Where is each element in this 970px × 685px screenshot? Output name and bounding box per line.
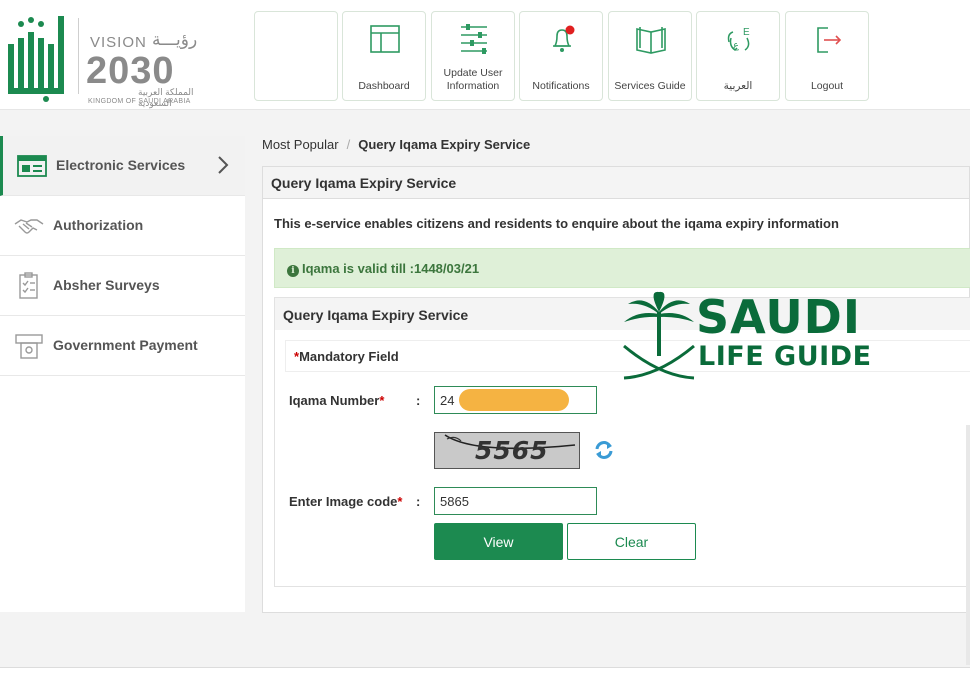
nav-services-guide-button[interactable]: Services Guide bbox=[608, 11, 692, 101]
nav-label: Update User Information bbox=[443, 67, 503, 92]
absher-logo[interactable] bbox=[6, 14, 68, 102]
kingdom-english-text: KINGDOM OF SAUDI ARABIA bbox=[88, 98, 191, 105]
footer bbox=[0, 668, 970, 685]
mandatory-label: Mandatory Field bbox=[299, 349, 399, 364]
nav-dashboard-button[interactable]: Dashboard bbox=[342, 11, 426, 101]
saudi-life-guide-watermark: SAUDI LIFE GUIDE bbox=[620, 290, 880, 382]
sidebar-item-government-payment[interactable]: Government Payment bbox=[0, 316, 245, 376]
svg-text:E: E bbox=[743, 27, 750, 38]
nav-blank-button[interactable] bbox=[254, 11, 338, 101]
iqama-value: 24 bbox=[440, 393, 455, 408]
nav-label: Services Guide bbox=[614, 80, 686, 92]
colon: : bbox=[416, 393, 421, 408]
watermark-line2: LIFE GUIDE bbox=[698, 341, 872, 372]
vision-2030-logo: VISION رؤيـــة 2030 المملكة العربية السع… bbox=[86, 20, 206, 108]
nav-logout-button[interactable]: Logout bbox=[785, 11, 869, 101]
svg-text:ع: ع bbox=[733, 40, 739, 51]
chevron-right-icon bbox=[218, 156, 229, 174]
iqama-label-text: Iqama Number bbox=[289, 393, 380, 408]
bell-icon bbox=[553, 25, 575, 52]
handshake-icon bbox=[14, 219, 44, 234]
nav-notifications-button[interactable]: Notifications bbox=[519, 11, 603, 101]
scroll-edge bbox=[966, 425, 970, 665]
sidebar-item-authorization[interactable]: Authorization bbox=[0, 196, 245, 256]
service-description: This e-service enables citizens and resi… bbox=[274, 216, 839, 231]
view-button[interactable]: View bbox=[434, 523, 563, 560]
clipboard-icon bbox=[19, 272, 38, 299]
alert-text: Iqama is valid till :1448/03/21 bbox=[302, 261, 480, 276]
clear-button[interactable]: Clear bbox=[567, 523, 696, 560]
breadcrumb-current: Query Iqama Expiry Service bbox=[358, 137, 531, 152]
breadcrumb-separator: / bbox=[346, 137, 351, 152]
vision-arabic-text: رؤيـــة bbox=[152, 30, 198, 49]
brand-divider bbox=[78, 18, 79, 94]
nav-arabic-language-button[interactable]: E ع العربية bbox=[696, 11, 780, 101]
dashboard-icon bbox=[370, 25, 400, 53]
image-code-input[interactable]: 5865 bbox=[434, 487, 597, 515]
language-icon: E ع bbox=[727, 27, 750, 51]
image-code-label: Enter Image code* bbox=[289, 494, 402, 509]
sliders-icon bbox=[461, 24, 487, 54]
book-icon bbox=[636, 27, 666, 54]
captcha-image: 5565 bbox=[434, 432, 580, 469]
info-icon: i bbox=[287, 265, 299, 277]
image-code-label-text: Enter Image code bbox=[289, 494, 398, 509]
nav-label: Dashboard bbox=[358, 80, 410, 92]
iqama-number-input[interactable]: 24 bbox=[434, 386, 597, 414]
sidebar-item-label: Absher Surveys bbox=[53, 277, 160, 293]
sidebar-item-absher-surveys[interactable]: Absher Surveys bbox=[0, 256, 245, 316]
header: VISION رؤيـــة 2030 المملكة العربية السع… bbox=[0, 0, 970, 110]
sidebar-item-label: Authorization bbox=[53, 217, 144, 233]
services-icon bbox=[17, 155, 47, 177]
breadcrumb: Most Popular / Query Iqama Expiry Service bbox=[262, 137, 530, 152]
redaction-mark bbox=[459, 389, 569, 411]
sidebar-item-electronic-services[interactable]: Electronic Services bbox=[0, 136, 245, 196]
required-asterisk: * bbox=[379, 393, 385, 408]
vision-text: VISION bbox=[90, 34, 147, 51]
palm-swords-emblem bbox=[623, 291, 695, 380]
iqama-number-label: Iqama Number* bbox=[289, 393, 384, 408]
refresh-captcha-icon[interactable] bbox=[593, 439, 615, 461]
logout-icon bbox=[817, 27, 842, 53]
panel-title: Query Iqama Expiry Service bbox=[263, 167, 969, 199]
nav-label: Notifications bbox=[532, 80, 590, 92]
breadcrumb-most-popular[interactable]: Most Popular bbox=[262, 137, 339, 152]
sidebar-item-label: Government Payment bbox=[53, 337, 198, 353]
captcha-text: 5565 bbox=[475, 436, 549, 465]
nav-label: Logout bbox=[810, 80, 844, 92]
nav-update-user-info-button[interactable]: Update User Information bbox=[431, 11, 515, 101]
nav-label: العربية bbox=[723, 80, 753, 92]
colon: : bbox=[416, 494, 421, 509]
service-panel: Query Iqama Expiry Service This e-servic… bbox=[262, 166, 970, 613]
watermark-line1: SAUDI bbox=[696, 290, 861, 344]
payment-icon bbox=[15, 334, 43, 359]
iqama-validity-alert: i Iqama is valid till :1448/03/21 bbox=[274, 248, 970, 288]
brand-area: VISION رؤيـــة 2030 المملكة العربية السع… bbox=[6, 10, 206, 108]
sidebar-item-label: Electronic Services bbox=[56, 157, 186, 173]
sidebar: Electronic Services Authorization Absher… bbox=[0, 136, 245, 612]
required-asterisk: * bbox=[397, 494, 403, 509]
